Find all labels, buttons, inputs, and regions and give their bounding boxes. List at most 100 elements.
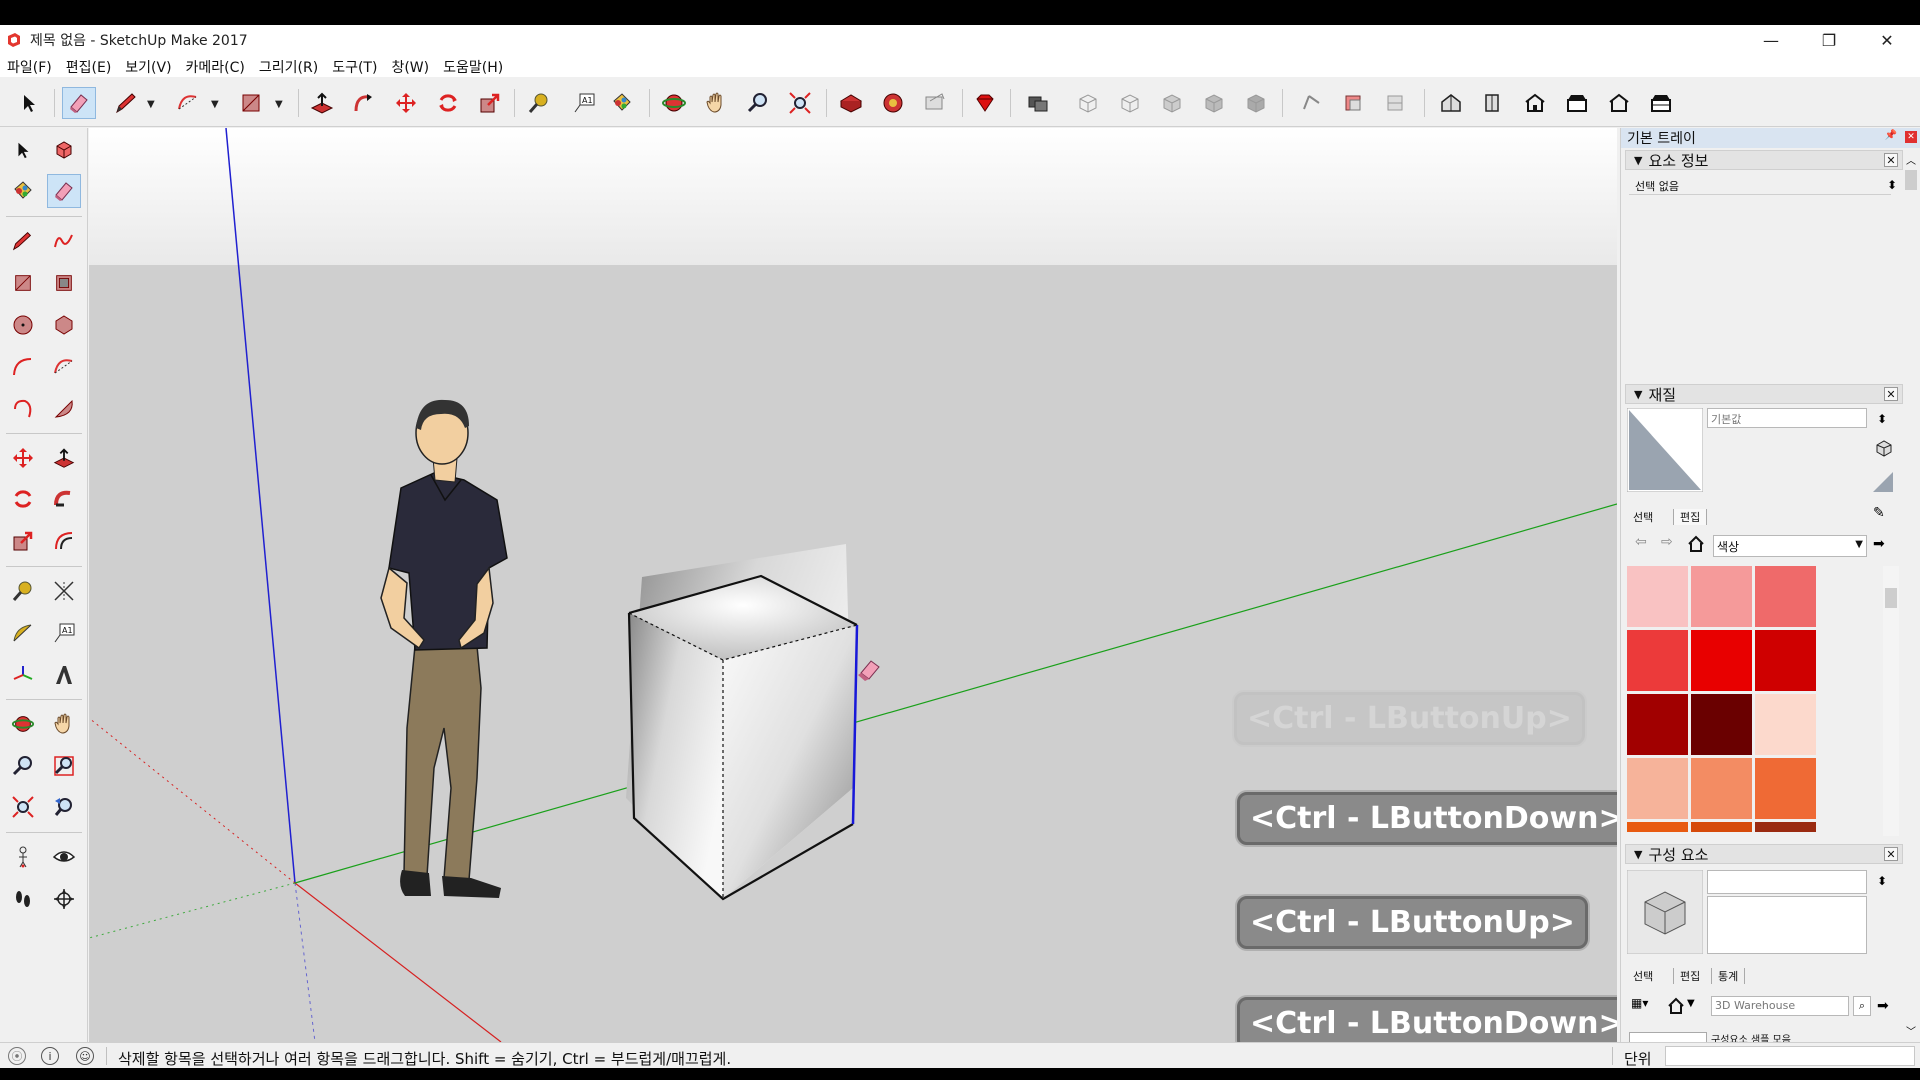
- color-swatch[interactable]: [1691, 694, 1752, 755]
- measurements-input[interactable]: [1665, 1046, 1915, 1066]
- arc-tool[interactable]: [6, 350, 40, 384]
- color-swatch[interactable]: [1755, 566, 1816, 627]
- swatch-scrollbar[interactable]: [1883, 566, 1899, 836]
- right-view-button[interactable]: [1560, 87, 1594, 119]
- menu-tools[interactable]: 도구(T): [325, 55, 384, 77]
- details-arrow-icon[interactable]: ➡: [1873, 536, 1885, 552]
- arc-tool-button[interactable]: [172, 87, 206, 119]
- previous-view-tool[interactable]: [47, 790, 81, 824]
- color-swatch[interactable]: [1755, 630, 1816, 691]
- look-around-tool[interactable]: [47, 840, 81, 874]
- zoom-tool-button[interactable]: [741, 87, 775, 119]
- follow-me-tool[interactable]: [47, 482, 81, 516]
- chevron-down-icon[interactable]: ▼: [1687, 998, 1695, 1009]
- color-swatch[interactable]: [1627, 630, 1688, 691]
- scroll-up-icon[interactable]: ︿: [1906, 152, 1916, 167]
- text-tool-button[interactable]: A1: [567, 87, 601, 119]
- tape-measure-tool[interactable]: [6, 574, 40, 608]
- warehouse-search-input[interactable]: 3D Warehouse: [1711, 996, 1849, 1016]
- move-tool-button[interactable]: [389, 87, 423, 119]
- text-tool[interactable]: A1: [47, 616, 81, 650]
- color-swatch[interactable]: [1691, 566, 1752, 627]
- panel-close-icon[interactable]: ✕: [1884, 153, 1898, 167]
- swatch-scroll-thumb[interactable]: [1885, 588, 1897, 608]
- eraser-tool[interactable]: [47, 174, 81, 208]
- zoom-window-tool[interactable]: [47, 749, 81, 783]
- search-button[interactable]: ⌕: [1853, 996, 1871, 1016]
- iso-view-button[interactable]: [1434, 87, 1468, 119]
- restore-button[interactable]: ❐: [1806, 25, 1852, 55]
- paint-bucket-tool-button[interactable]: [605, 87, 639, 119]
- materials-tab-select[interactable]: 선택: [1633, 509, 1653, 525]
- material-detail-icon[interactable]: ⬍: [1877, 412, 1887, 426]
- materials-header[interactable]: ▼ 재질 ✕: [1625, 384, 1903, 404]
- freehand-tool[interactable]: [47, 224, 81, 258]
- component-description-input[interactable]: [1707, 896, 1867, 954]
- offset-tool[interactable]: [47, 524, 81, 558]
- pin-icon[interactable]: 📌: [1885, 130, 1897, 141]
- home-icon[interactable]: [1667, 997, 1685, 1015]
- component-name-input[interactable]: [1707, 870, 1867, 894]
- rectangle-dropdown-chevron-icon[interactable]: ▼: [275, 99, 283, 110]
- front-view-button[interactable]: [1518, 87, 1552, 119]
- zoom-tool[interactable]: [6, 749, 40, 783]
- create-material-icon[interactable]: [1874, 438, 1894, 458]
- extension-manager-button[interactable]: [968, 87, 1002, 119]
- protractor-tool[interactable]: [6, 616, 40, 650]
- entity-info-expand-icon[interactable]: ⬍: [1887, 178, 1897, 192]
- rectangle-tool[interactable]: [6, 266, 40, 300]
- axes-tool[interactable]: [6, 658, 40, 692]
- select-tool[interactable]: [6, 133, 40, 167]
- menu-view[interactable]: 보기(V): [118, 55, 178, 77]
- panel-close-icon[interactable]: ✕: [1884, 387, 1898, 401]
- color-swatch[interactable]: [1755, 694, 1816, 755]
- components-header[interactable]: ▼ 구성 요소 ✕: [1625, 844, 1903, 864]
- wireframe-style-button[interactable]: [1071, 87, 1105, 119]
- scale-tool[interactable]: [6, 524, 40, 558]
- arc-dropdown-chevron-icon[interactable]: ▼: [211, 99, 219, 110]
- color-swatch[interactable]: [1755, 822, 1816, 832]
- menu-camera[interactable]: 카메라(C): [179, 55, 252, 77]
- view-options-icon[interactable]: ▦▾: [1631, 996, 1648, 1010]
- details-arrow-icon[interactable]: ➡: [1877, 998, 1889, 1014]
- rotate-tool[interactable]: [6, 482, 40, 516]
- top-view-button[interactable]: [1476, 87, 1510, 119]
- material-name-input[interactable]: 기본값: [1707, 408, 1867, 428]
- model-viewport[interactable]: <Ctrl - LButtonUp> <Ctrl - LButtonDown> …: [89, 128, 1617, 1042]
- paint-bucket-tool[interactable]: [6, 174, 40, 208]
- menu-file[interactable]: 파일(F): [0, 55, 59, 77]
- display-section-planes-button[interactable]: [1337, 87, 1371, 119]
- two-point-arc-tool[interactable]: [47, 350, 81, 384]
- send-to-layout-button[interactable]: [918, 87, 952, 119]
- walk-tool[interactable]: [6, 882, 40, 916]
- zoom-extents-tool[interactable]: [6, 790, 40, 824]
- make-component-tool[interactable]: [47, 133, 81, 167]
- close-button[interactable]: ✕: [1864, 25, 1910, 55]
- section-plane-button[interactable]: [1295, 87, 1329, 119]
- menu-draw[interactable]: 그리기(R): [252, 55, 325, 77]
- hidden-line-style-button[interactable]: [1113, 87, 1147, 119]
- color-swatch[interactable]: [1691, 822, 1752, 832]
- default-material-icon[interactable]: [1871, 470, 1895, 494]
- tape-measure-tool-button[interactable]: [522, 87, 556, 119]
- monochrome-style-button[interactable]: [1239, 87, 1273, 119]
- line-tool-button[interactable]: [110, 87, 144, 119]
- color-swatch[interactable]: [1755, 758, 1816, 819]
- menu-window[interactable]: 창(W): [384, 55, 436, 77]
- materials-tab-edit[interactable]: 편집: [1673, 509, 1708, 525]
- polygon-tool[interactable]: [47, 308, 81, 342]
- scroll-down-icon[interactable]: ﹀: [1906, 1023, 1916, 1038]
- line-tool[interactable]: [6, 224, 40, 258]
- pan-tool[interactable]: [47, 707, 81, 741]
- position-camera-tool[interactable]: [6, 840, 40, 874]
- dimension-tool[interactable]: [47, 574, 81, 608]
- color-swatch[interactable]: [1691, 758, 1752, 819]
- components-tab-select[interactable]: 선택: [1633, 968, 1653, 984]
- shaded-style-button[interactable]: [1155, 87, 1189, 119]
- forward-arrow-icon[interactable]: ⇨: [1661, 534, 1673, 550]
- tray-scroll-thumb[interactable]: [1905, 170, 1917, 190]
- xray-style-button[interactable]: [1021, 87, 1055, 119]
- credits-info-icon[interactable]: i: [41, 1047, 59, 1065]
- extension-warehouse-button[interactable]: [876, 87, 910, 119]
- minimize-button[interactable]: —: [1748, 25, 1794, 55]
